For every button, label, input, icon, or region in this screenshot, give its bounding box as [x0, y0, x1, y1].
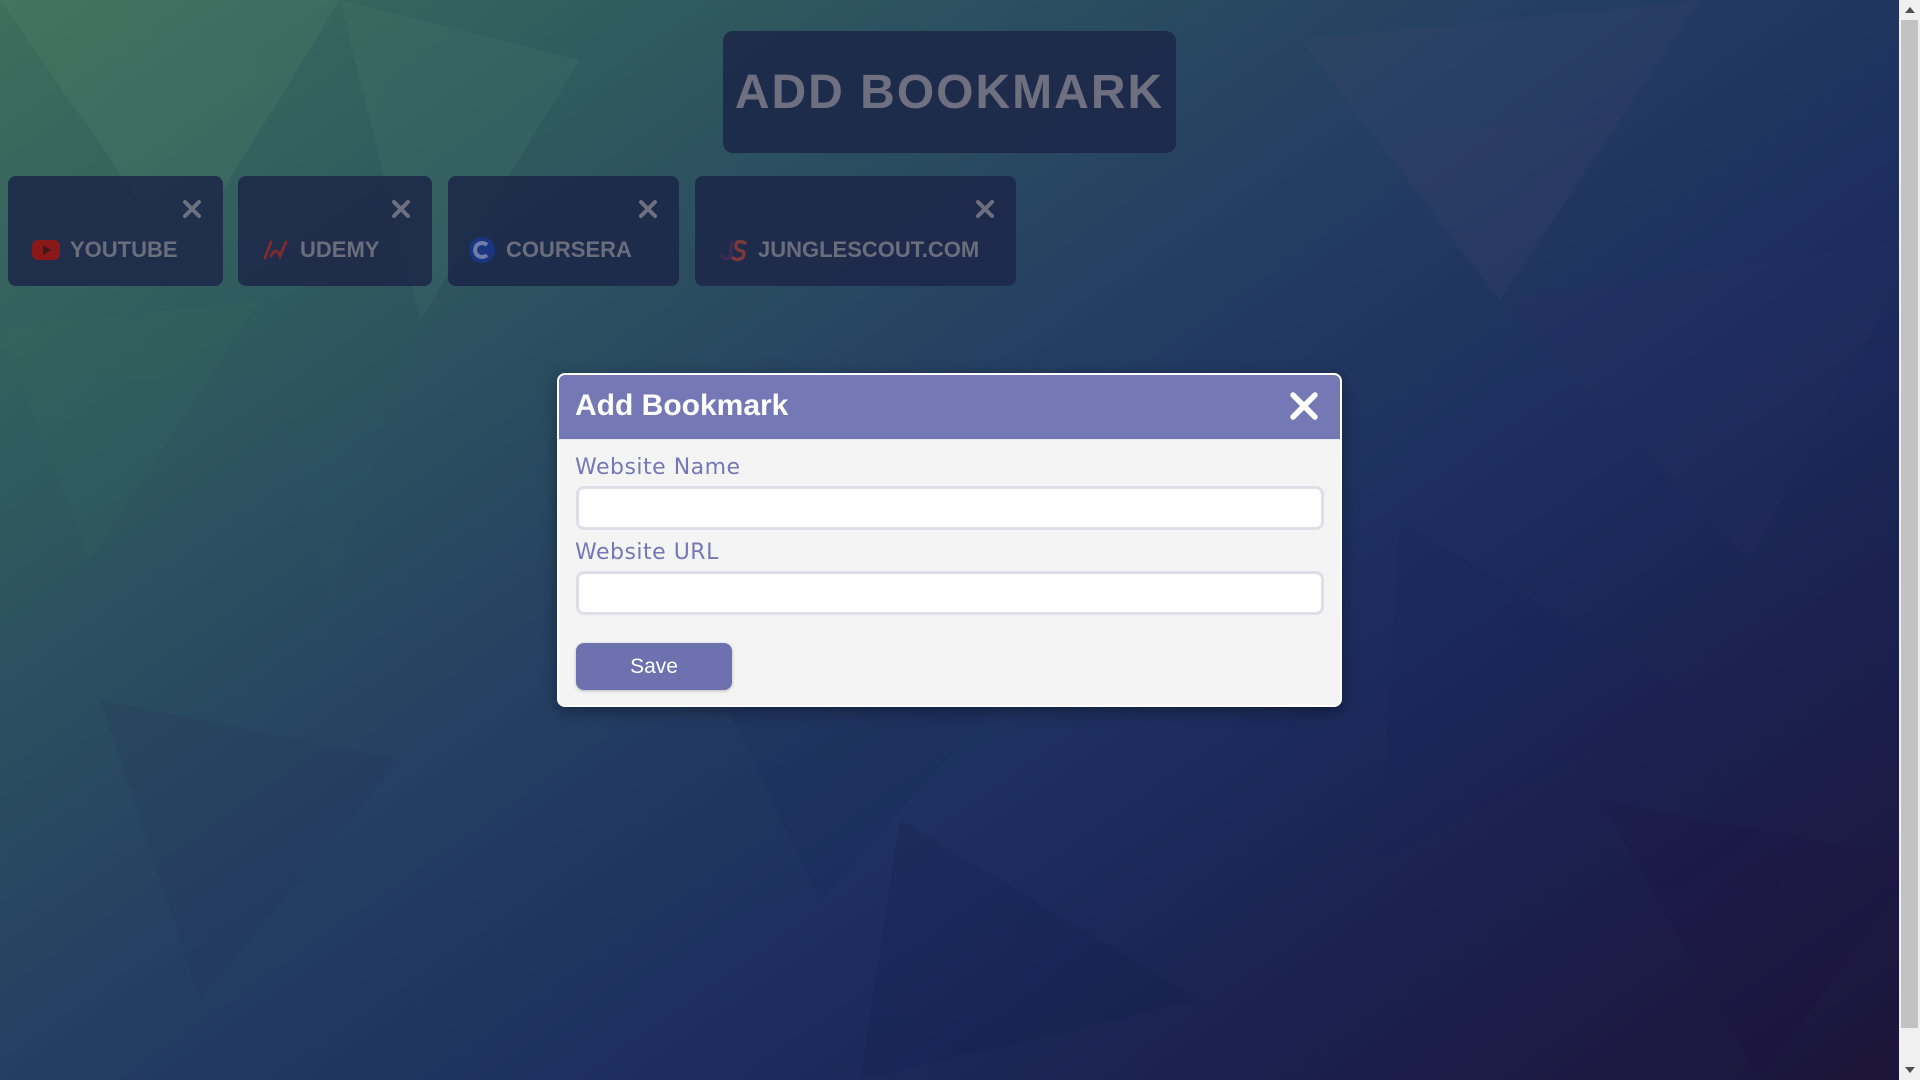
- scroll-down-arrow-icon[interactable]: [1899, 1060, 1920, 1080]
- website-name-label: Website Name: [575, 455, 741, 480]
- add-bookmark-label: ADD BOOKMARK: [734, 65, 1165, 119]
- delete-bookmark-icon[interactable]: [974, 198, 996, 220]
- vertical-scrollbar[interactable]: [1899, 0, 1920, 1080]
- bookmark-label: YOUTUBE: [70, 237, 178, 262]
- bookmark-link-junglescout[interactable]: JUNGLESCOUT.COM: [720, 236, 979, 264]
- website-name-input[interactable]: [576, 486, 1324, 530]
- bookmark-label: COURSERA: [506, 237, 632, 262]
- bookmark-card-youtube: YOUTUBE: [8, 176, 223, 286]
- coursera-icon: [468, 236, 496, 264]
- bookmark-link-udemy[interactable]: UDEMY: [262, 236, 379, 264]
- udemy-icon: [262, 236, 290, 264]
- bookmark-label: JUNGLESCOUT.COM: [758, 237, 980, 262]
- bookmark-card-junglescout: JUNGLESCOUT.COM: [695, 176, 1016, 286]
- modal-header: Add Bookmark: [559, 375, 1340, 440]
- close-icon[interactable]: [1288, 390, 1320, 422]
- delete-bookmark-icon[interactable]: [181, 198, 203, 220]
- add-bookmark-button[interactable]: ADD BOOKMARK: [723, 31, 1176, 153]
- website-url-label: Website URL: [575, 540, 719, 565]
- bookmark-link-youtube[interactable]: YOUTUBE: [32, 236, 178, 264]
- delete-bookmark-icon[interactable]: [390, 198, 412, 220]
- save-button[interactable]: Save: [576, 643, 732, 690]
- add-bookmark-modal: Add Bookmark Website Name Website URL Sa…: [557, 373, 1342, 707]
- website-url-input[interactable]: [576, 571, 1324, 615]
- bookmark-link-coursera[interactable]: COURSERA: [468, 236, 632, 264]
- bookmark-card-udemy: UDEMY: [238, 176, 432, 286]
- junglescout-icon: [720, 236, 748, 264]
- scrollbar-thumb[interactable]: [1901, 20, 1918, 1028]
- scroll-up-arrow-icon[interactable]: [1899, 0, 1920, 20]
- bookmark-card-coursera: COURSERA: [448, 176, 679, 286]
- youtube-icon: [32, 236, 60, 264]
- bookmark-label: UDEMY: [300, 237, 380, 262]
- delete-bookmark-icon[interactable]: [637, 198, 659, 220]
- modal-title: Add Bookmark: [575, 389, 789, 422]
